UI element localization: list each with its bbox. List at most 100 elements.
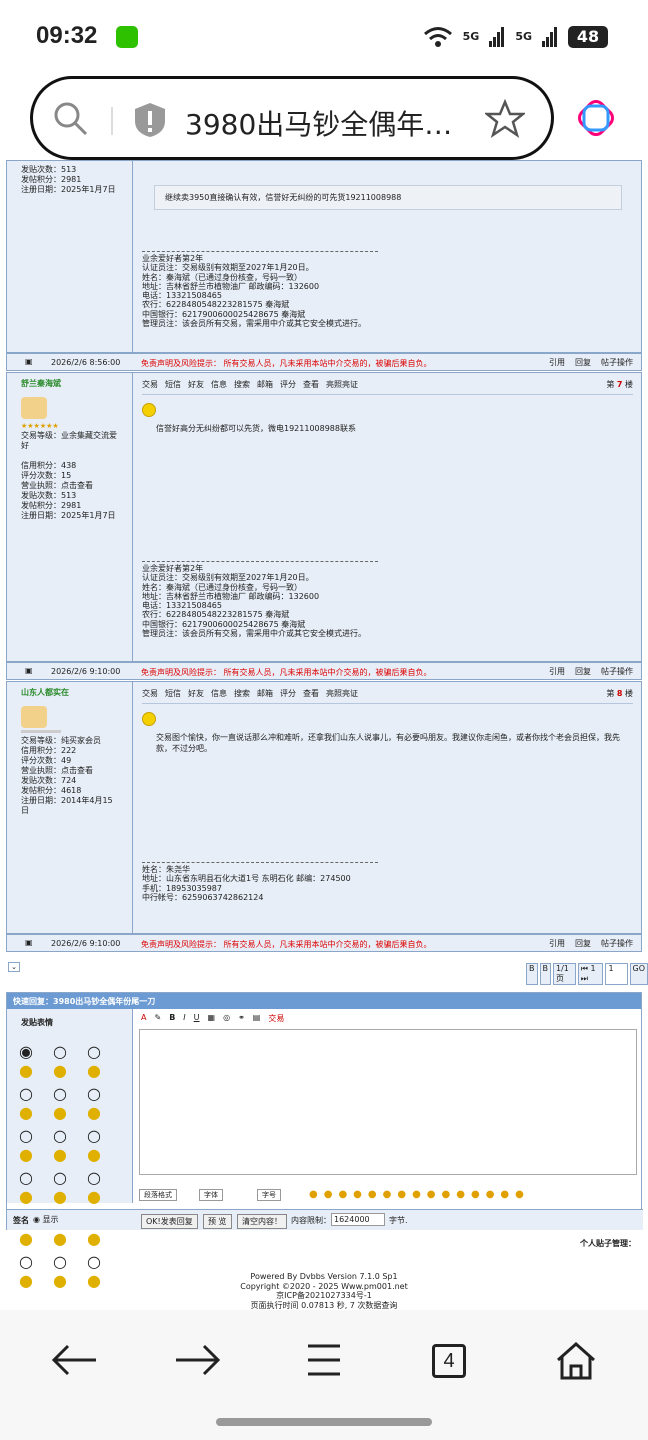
user-stat: 发帖积分：4618 (21, 786, 82, 795)
risk-warning[interactable]: 免责声明及风险提示： 所有交易人员，凡未采用本站中介交易的，被骗后果自负。 (141, 939, 432, 950)
post-footer: ▣ 2026/2/6 9:10:00 免责声明及风险提示： 所有交易人员，凡未采… (6, 934, 642, 952)
sig-line: 地址：吉林省舒兰市植物油厂 邮政编码：132600 (142, 281, 320, 291)
pager-input[interactable]: 1 (605, 963, 628, 985)
table-icon[interactable]: ▤ (253, 1013, 261, 1024)
emotion-radio[interactable]: ○ ● (87, 1042, 119, 1080)
show-label: 显示 (42, 1215, 59, 1224)
image-icon[interactable]: ▦ (208, 1013, 216, 1024)
icp-line[interactable]: 京ICP备2021027334号-1 (0, 1291, 648, 1301)
pager: B B 1/1页 ⏮ 1 ⏭ 1 GO (526, 963, 648, 985)
post-ops-button[interactable]: 帖子操作 (601, 938, 633, 949)
view-link[interactable]: 查看 (303, 688, 319, 699)
signature: 姓名：朱尧华 地址：山东省东明县石化大道1号 东明石化 邮编：274500 手机… (142, 862, 378, 902)
friend-link[interactable]: 好友 (188, 688, 204, 699)
dropdown-toggle[interactable]: ⌄ (8, 962, 20, 972)
license-link[interactable]: 亮照亮证 (326, 379, 358, 390)
emotion-radio[interactable]: ○ ● (87, 1084, 119, 1122)
forward-icon[interactable] (168, 1340, 228, 1380)
license-link[interactable]: 亮照亮证 (326, 688, 358, 699)
italic-icon[interactable]: I (183, 1013, 185, 1024)
limit-input[interactable]: 1624000 (331, 1213, 385, 1226)
show-sign-radio[interactable]: ◉ 显示 (33, 1214, 59, 1225)
search-link[interactable]: 搜索 (234, 379, 250, 390)
info-link[interactable]: 信息 (211, 379, 227, 390)
post-date: 2026/2/6 9:10:00 (51, 939, 121, 948)
reply-button[interactable]: 回复 (575, 938, 591, 949)
highlight-icon[interactable]: ✎ (154, 1013, 161, 1024)
post-ops-button[interactable]: 帖子操作 (601, 357, 633, 368)
clear-button[interactable]: 清空内容！ (237, 1214, 287, 1229)
emotion-radio[interactable]: ○ ● (19, 1168, 51, 1206)
risk-warning[interactable]: 免责声明及风险提示： 所有交易人员，凡未采用本站中介交易的，被骗后果自负。 (141, 667, 432, 678)
user-stat: 营业执照：点击查看 (21, 766, 93, 775)
friend-link[interactable]: 好友 (188, 379, 204, 390)
quote-button[interactable]: 引用 (549, 938, 565, 949)
multi-window-icon[interactable] (578, 100, 614, 136)
reply-button[interactable]: 回复 (575, 666, 591, 677)
bookmark-star-icon[interactable] (485, 99, 525, 139)
emotion-radio[interactable]: ○ ● (19, 1084, 51, 1122)
risk-warning[interactable]: 免责声明及风险提示： 所有交易人员，凡未采用本站中介交易的，被骗后果自负。 (141, 358, 432, 369)
preview-button[interactable]: 预 览 (203, 1214, 232, 1229)
floor-value: 8 (616, 689, 623, 698)
quick-reply: 快速回复：3980出马钞全偶年份尾一刀 发贴表情 ◉ ● ○ ● ○ ● ○ ●… (6, 992, 643, 1290)
signal-2-label: 5G (515, 30, 532, 44)
quote-button[interactable]: 引用 (549, 357, 565, 368)
emotion-radio[interactable]: ○ ● (53, 1168, 85, 1206)
address-bar[interactable]: 3980出马钞全偶年… (30, 76, 554, 160)
username[interactable]: 舒兰秦海斌 (21, 379, 118, 389)
username[interactable]: 山东人都实在 (21, 688, 118, 698)
trade-icon[interactable]: 交易 (268, 1013, 284, 1024)
emotion-radio[interactable]: ○ ● (87, 1168, 119, 1206)
sig-line: 姓名：秦海斌（已通过身份核查，号码一致） (142, 272, 302, 282)
back-icon[interactable] (44, 1340, 104, 1380)
pager-nav[interactable]: ⏮ 1 ⏭ (577, 963, 604, 985)
rate-link[interactable]: 评分 (280, 688, 296, 699)
message-link[interactable]: 短信 (165, 688, 181, 699)
link-icon[interactable]: ⚭ (238, 1013, 245, 1024)
shield-warning-icon[interactable] (133, 101, 167, 139)
pager-first[interactable]: B (526, 963, 538, 985)
manage-link[interactable]: 个人贴子管理： (580, 1238, 636, 1249)
font-select[interactable]: 字体 (199, 1189, 223, 1201)
trade-link[interactable]: 交易 (142, 379, 158, 390)
emotion-radio[interactable]: ○ ● (87, 1126, 119, 1164)
submit-button[interactable]: OK!发表回复 (141, 1214, 198, 1229)
emotion-radio[interactable]: ○ ● (53, 1126, 85, 1164)
paragraph-select[interactable]: 段落格式 (139, 1189, 177, 1201)
bold-icon[interactable]: B (169, 1013, 175, 1024)
emotion-radio[interactable]: ○ ● (19, 1126, 51, 1164)
url-title[interactable]: 3980出马钞全偶年… (185, 103, 465, 143)
menu-icon[interactable] (294, 1340, 354, 1380)
trade-link[interactable]: 交易 (142, 688, 158, 699)
emotion-radio[interactable]: ◉ ● (19, 1042, 51, 1080)
user-stat: 发帖积分：2981 (21, 175, 82, 184)
view-link[interactable]: 查看 (303, 379, 319, 390)
emotion-radio[interactable]: ○ ● (53, 1084, 85, 1122)
tabs-button[interactable]: 4 (432, 1344, 466, 1378)
reply-textarea[interactable] (139, 1029, 637, 1175)
mail-link[interactable]: 邮箱 (257, 379, 273, 390)
floor-number: 第 8 楼 (606, 688, 633, 699)
post-ops-button[interactable]: 帖子操作 (601, 666, 633, 677)
search-link[interactable]: 搜索 (234, 688, 250, 699)
underline-icon[interactable]: U (194, 1013, 200, 1024)
message-link[interactable]: 短信 (165, 379, 181, 390)
home-icon[interactable] (546, 1340, 606, 1380)
quote-text: 继续卖3950直接确认有效，信誉好无纠纷的可先货19211008988 (165, 193, 402, 202)
rate-link[interactable]: 评分 (280, 379, 296, 390)
computer-icon: ▣ (25, 938, 33, 947)
pager-go[interactable]: GO (629, 963, 648, 985)
quote-button[interactable]: 引用 (549, 666, 565, 677)
info-link[interactable]: 信息 (211, 688, 227, 699)
emotion-radio[interactable]: ○ ● (53, 1042, 85, 1080)
size-select[interactable]: 字号 (257, 1189, 281, 1201)
reply-button[interactable]: 回复 (575, 357, 591, 368)
media-icon[interactable]: ◎ (223, 1013, 230, 1024)
copyright-line[interactable]: Copyright ©2020 - 2025 Www.pm001.net (0, 1282, 648, 1292)
floor-value: 7 (616, 380, 623, 389)
font-color-icon[interactable]: A (141, 1013, 146, 1024)
mail-link[interactable]: 邮箱 (257, 688, 273, 699)
pager-prev[interactable]: B (539, 963, 551, 985)
sig-line: 地址：吉林省舒兰市植物油厂 邮政编码：132600 (142, 591, 320, 601)
